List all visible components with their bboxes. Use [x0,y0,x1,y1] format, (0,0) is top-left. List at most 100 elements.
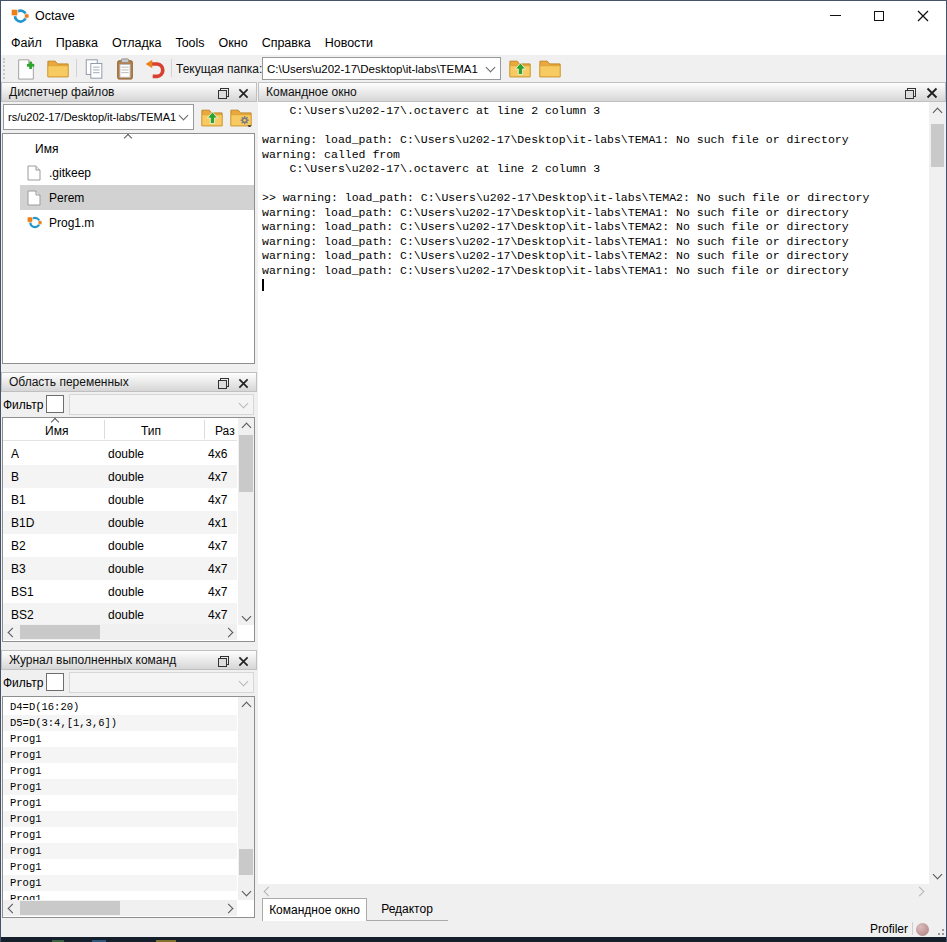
workspace-filter-combo[interactable] [69,394,254,415]
close-button[interactable] [901,1,945,30]
profiler-status-icon[interactable] [916,923,929,936]
window-title: Octave [35,9,75,23]
col-type[interactable]: Тип [141,424,161,438]
scroll-left-button[interactable] [261,884,275,898]
workspace-hscrollbar[interactable] [3,624,237,640]
history-entry[interactable]: Prog1 [3,827,237,843]
file-row[interactable]: Perem [3,185,254,210]
tab-editor[interactable]: Редактор [367,898,447,920]
paste-button[interactable] [112,56,137,81]
variable-row[interactable]: B1double4x7 [3,488,237,511]
scrollbar-thumb[interactable] [239,435,253,492]
variable-row[interactable]: BS1double4x7 [3,580,237,603]
fb-folder-up-button[interactable] [199,104,225,130]
history-filter-label: Фильтр [3,676,43,690]
history-filter-combo[interactable] [69,672,254,693]
history-entry[interactable]: D5=D(3:4,[1,3,6]) [3,715,237,731]
history-entry[interactable]: Prog1 [3,779,237,795]
menu-help[interactable]: Справка [255,36,318,50]
fb-actions-button[interactable] [228,104,254,130]
col-name[interactable]: Имя [45,424,68,438]
variable-row[interactable]: BS2double4x7 [3,603,237,626]
scroll-up-button[interactable] [238,420,254,434]
minimize-button[interactable] [813,1,857,30]
workspace-filter-checkbox[interactable] [46,395,64,413]
variable-size: 4x7 [208,493,227,507]
history-entry[interactable]: Prog1 [3,811,237,827]
history-entry[interactable]: Prog1 [3,875,237,891]
variable-row[interactable]: Bdouble4x7 [3,465,237,488]
scroll-right-button[interactable] [221,624,235,640]
open-button[interactable] [45,56,70,81]
close-panel-button[interactable] [925,86,939,100]
workspace-vscrollbar[interactable] [238,418,254,625]
new-script-button[interactable] [13,56,38,81]
chevron-down-icon [239,676,249,686]
file-list-header[interactable]: Имя [35,142,58,156]
scroll-down-button[interactable] [238,609,254,623]
undock-button[interactable] [216,86,230,100]
folder-up-button[interactable] [507,56,532,81]
resize-grip[interactable] [935,926,944,935]
menu-edit[interactable]: Правка [49,36,105,50]
menu-debug[interactable]: Отладка [105,36,168,50]
variable-name: B1D [11,516,34,530]
undock-button[interactable] [903,86,917,100]
scrollbar-thumb[interactable] [20,625,100,639]
history-entry[interactable]: Prog1 [3,731,237,747]
tab-command-window[interactable]: Командное окно [262,898,367,921]
scroll-down-button[interactable] [929,867,946,881]
variable-row[interactable]: Adouble4x6 [3,442,237,465]
current-folder-combo[interactable]: C:\Users\u202-17\Desktop\it-labs\TEMA1 [262,57,501,80]
chevron-down-icon [179,111,189,121]
scrollbar-thumb[interactable] [931,124,944,167]
history-filter-checkbox[interactable] [46,673,64,691]
terminal-output[interactable]: C:\Users\u202-17\.octaverc at line 2 col… [258,102,929,884]
command-hscrollbar[interactable] [258,884,929,898]
browse-folder-button[interactable] [537,56,562,81]
menu-window[interactable]: Окно [212,36,255,50]
scroll-right-button[interactable] [221,900,235,916]
command-vscrollbar[interactable] [929,102,946,884]
menu-file[interactable]: Файл [4,36,49,50]
close-panel-button[interactable] [236,86,250,100]
undo-button[interactable] [142,56,167,81]
history-hscrollbar[interactable] [3,900,237,916]
close-panel-button[interactable] [236,376,250,390]
variable-row[interactable]: B2double4x7 [3,534,237,557]
undock-button[interactable] [216,654,230,668]
maximize-button[interactable] [857,1,901,30]
history-vscrollbar[interactable] [238,697,254,900]
chevron-down-icon [239,398,249,408]
scrollbar-thumb[interactable] [20,901,120,915]
history-entry[interactable]: Prog1 [3,843,237,859]
undock-button[interactable] [216,376,230,390]
scroll-up-button[interactable] [929,105,946,119]
history-entry[interactable]: D4=D(16:20) [3,699,237,715]
scroll-left-button[interactable] [5,624,19,640]
undock-icon [218,656,229,667]
scroll-left-button[interactable] [5,900,19,916]
scroll-right-button[interactable] [912,884,926,898]
col-size[interactable]: Раз [215,424,235,438]
close-panel-button[interactable] [236,654,250,668]
scrollbar-thumb[interactable] [239,849,253,875]
menu-tools[interactable]: Tools [168,36,211,50]
history-entry[interactable]: Prog1 [3,795,237,811]
file-browser-path-combo[interactable]: rs/u202-17/Desktop/it-labs/TEMA1 [3,104,194,130]
copy-button[interactable] [82,56,107,81]
history-entry[interactable]: Prog1 [3,747,237,763]
undock-icon [218,378,229,389]
variable-row[interactable]: B1Ddouble4x1 [3,511,237,534]
scroll-up-button[interactable] [238,699,254,713]
file-row[interactable]: .gitkeep [3,160,254,185]
file-row[interactable]: Prog1.m [3,210,254,235]
folder-gear-icon [230,108,252,127]
history-entry[interactable]: Prog1 [3,859,237,875]
scroll-down-button[interactable] [238,884,254,898]
chevron-left-icon [263,886,273,896]
workspace-table-header[interactable]: Имя Тип Раз [3,418,237,441]
menu-news[interactable]: Новости [318,36,380,50]
variable-row[interactable]: B3double4x7 [3,557,237,580]
history-entry[interactable]: Prog1 [3,763,237,779]
